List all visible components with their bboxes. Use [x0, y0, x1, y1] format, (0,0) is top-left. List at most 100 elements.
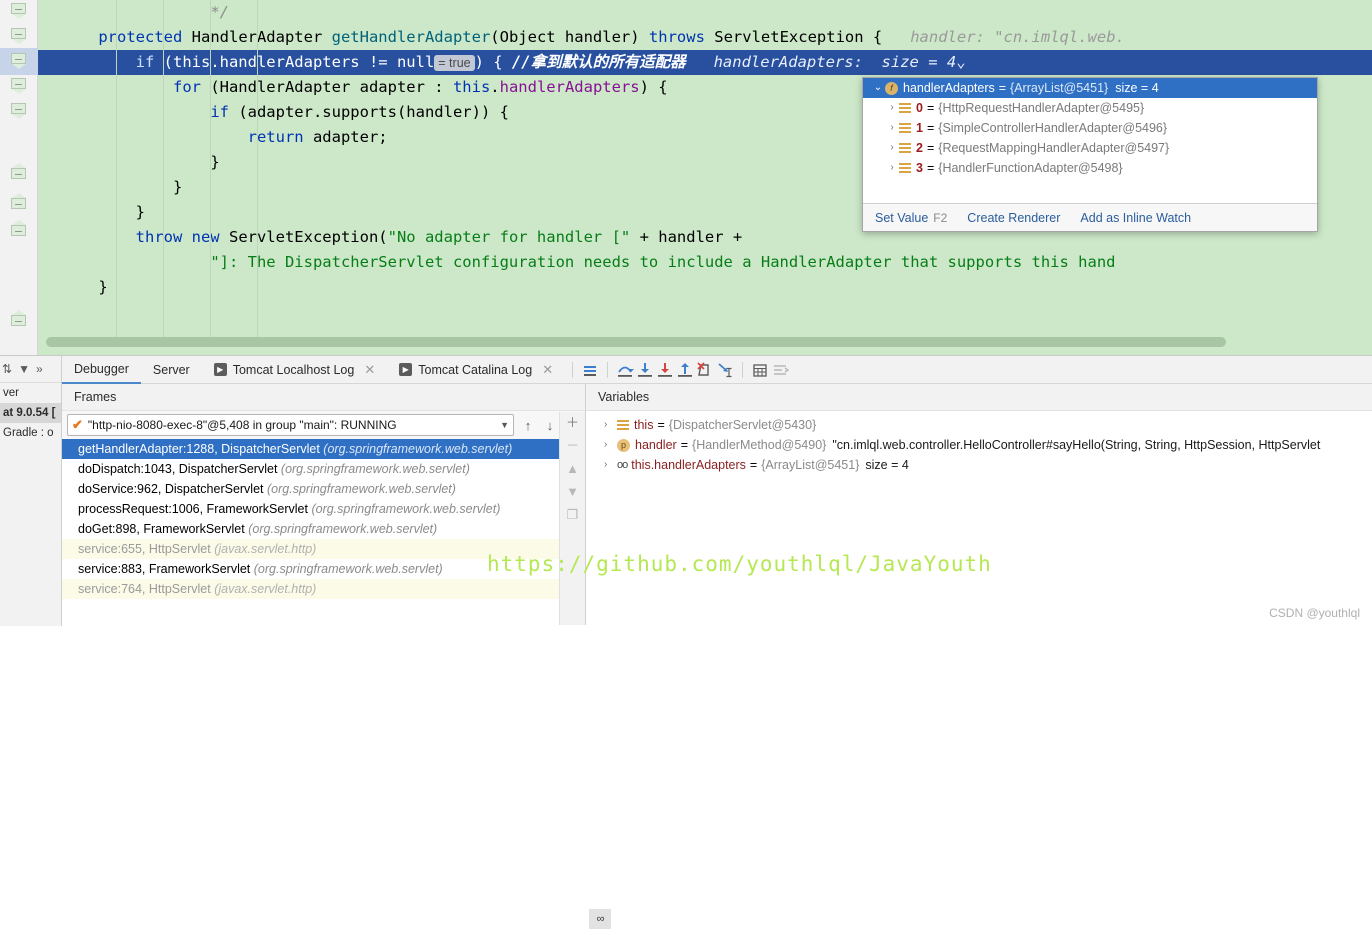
popup-child-row[interactable]: ›1={SimpleControllerHandlerAdapter@5496} — [863, 118, 1317, 138]
array-index: 1 — [916, 118, 923, 138]
frame-row[interactable]: getHandlerAdapter:1288, DispatcherServle… — [62, 439, 559, 459]
popup-tree[interactable]: ⌄fhandlerAdapters={ArrayList@5451}size =… — [863, 78, 1317, 178]
frame-down-button[interactable]: ↓ — [539, 418, 561, 433]
move-up-button[interactable]: ▲ — [566, 462, 579, 476]
step-over-icon[interactable] — [615, 360, 635, 380]
fold-marker[interactable] — [11, 103, 26, 118]
frame-row[interactable]: processRequest:1006, FrameworkServlet (o… — [62, 499, 559, 519]
force-step-into-icon[interactable] — [655, 360, 675, 380]
set-value-action[interactable]: Set ValueF2 — [875, 211, 947, 225]
code-token: "No adapter for handler [" — [388, 228, 631, 246]
fold-marker[interactable] — [11, 78, 26, 93]
fold-marker[interactable] — [11, 3, 26, 18]
variable-row[interactable]: ›oothis.handlerAdapters={ArrayList@5451}… — [586, 455, 1372, 475]
chevron-right-icon[interactable]: › — [885, 98, 899, 118]
frame-up-button[interactable]: ↑ — [517, 418, 539, 433]
rail-item[interactable]: Gradle : o — [0, 423, 61, 443]
run-icon: ▶ — [399, 363, 412, 376]
layout-settings-icon[interactable] — [770, 360, 790, 380]
frame-row[interactable]: doService:962, DispatcherServlet (org.sp… — [62, 479, 559, 499]
chevron-right-icon[interactable]: › — [604, 415, 617, 435]
tab-server[interactable]: Server — [141, 356, 202, 384]
glasses-icon[interactable]: ∞ — [589, 909, 611, 929]
rail-items: verat 9.0.54 [Gradle : o — [0, 383, 61, 443]
fold-marker-current[interactable] — [11, 53, 26, 68]
frame-row[interactable]: service:764, HttpServlet (javax.servlet.… — [62, 579, 559, 599]
tab-tomcat-catalina-log[interactable]: ▶Tomcat Catalina Log✕ — [387, 356, 565, 384]
rail-item[interactable]: at 9.0.54 [ — [0, 403, 61, 423]
tab-debugger[interactable]: Debugger — [62, 356, 141, 384]
popup-child-row[interactable]: ›0={HttpRequestHandlerAdapter@5495} — [863, 98, 1317, 118]
step-into-icon[interactable] — [635, 360, 655, 380]
code-line[interactable]: } — [38, 275, 1372, 300]
drop-frame-icon[interactable] — [695, 360, 715, 380]
fold-marker[interactable] — [11, 193, 26, 208]
chevron-right-icon[interactable]: › — [885, 118, 899, 138]
code-line[interactable]: "]: The DispatcherServlet configuration … — [38, 250, 1372, 275]
fold-marker[interactable] — [11, 163, 26, 178]
chevron-right-icon[interactable]: › — [885, 138, 899, 158]
rail-item[interactable]: ver — [0, 383, 61, 403]
filter-icon[interactable]: ▼ — [18, 362, 30, 376]
close-icon[interactable]: ✕ — [542, 356, 553, 384]
variable-row[interactable]: ›phandler={HandlerMethod@5490}"cn.imlql.… — [586, 435, 1372, 455]
create-renderer-action[interactable]: Create Renderer — [967, 211, 1060, 225]
tab-label: Server — [153, 356, 190, 384]
code-line[interactable]: if (this.handlerAdapters != null= true) … — [38, 50, 1372, 75]
frame-row[interactable]: doDispatch:1043, DispatcherServlet (org.… — [62, 459, 559, 479]
code-token: + handler + — [630, 228, 742, 246]
chevron-right-icon[interactable]: › — [604, 455, 617, 475]
indent-guide — [257, 0, 258, 340]
editor-gutter[interactable] — [0, 0, 38, 355]
popup-child-row[interactable]: ›3={HandlerFunctionAdapter@5498} — [863, 158, 1317, 178]
show-execution-point-icon[interactable] — [580, 360, 600, 380]
frames-pane: Frames ✔ "http-nio-8080-exec-8"@5,408 in… — [62, 384, 586, 625]
popup-root-row[interactable]: ⌄fhandlerAdapters={ArrayList@5451}size =… — [863, 78, 1317, 98]
code-token: getHandlerAdapter — [332, 28, 491, 46]
copy-button[interactable]: ❐ — [567, 508, 579, 522]
debugger-value-popup[interactable]: ⌄fhandlerAdapters={ArrayList@5451}size =… — [862, 77, 1318, 232]
chevron-right-icon[interactable]: › — [885, 158, 899, 178]
close-icon[interactable]: ✕ — [364, 356, 375, 384]
code-token: this — [453, 78, 490, 96]
popup-child-row[interactable]: ›2={RequestMappingHandlerAdapter@5497} — [863, 138, 1317, 158]
variable-value: {HandlerMethod@5490} — [692, 435, 826, 455]
variables-header: Variables — [586, 384, 1372, 411]
add-button[interactable]: ＋ — [566, 416, 579, 430]
evaluate-expression-icon[interactable] — [750, 360, 770, 380]
expand-more-icon[interactable]: » — [36, 362, 43, 376]
fold-marker[interactable] — [11, 310, 26, 325]
sort-icon[interactable]: ⇅ — [2, 362, 12, 376]
chevron-down-icon[interactable]: ⌄ — [871, 78, 885, 98]
tab-label: Tomcat Localhost Log — [233, 356, 355, 384]
equals-sign: = — [927, 158, 934, 178]
frame-row[interactable]: doGet:898, FrameworkServlet (org.springf… — [62, 519, 559, 539]
editor-hscrollbar-thumb[interactable] — [46, 337, 1226, 347]
thread-combo[interactable]: ✔ "http-nio-8080-exec-8"@5,408 in group … — [67, 414, 514, 436]
frame-row[interactable]: service:655, HttpServlet (javax.servlet.… — [62, 539, 559, 559]
code-line[interactable]: protected HandlerAdapter getHandlerAdapt… — [38, 25, 1372, 50]
parameter-icon: p — [617, 439, 630, 452]
variable-row[interactable]: ›this={DispatcherServlet@5430} — [586, 415, 1372, 435]
equals-sign: = — [750, 455, 757, 475]
chevron-down-icon[interactable]: ▼ — [494, 420, 509, 430]
frames-list[interactable]: getHandlerAdapter:1288, DispatcherServle… — [62, 439, 559, 625]
frame-row[interactable]: service:883, FrameworkServlet (org.sprin… — [62, 559, 559, 579]
tab-label: Debugger — [74, 355, 129, 383]
add-inline-watch-action[interactable]: Add as Inline Watch — [1080, 211, 1191, 225]
run-to-cursor-icon[interactable] — [715, 360, 735, 380]
array-index: 2 — [916, 138, 923, 158]
tab-tomcat-localhost-log[interactable]: ▶Tomcat Localhost Log✕ — [202, 356, 388, 384]
frames-side-toolbar: ＋ － ▲ ▼ ❐ — [559, 412, 585, 625]
remove-button[interactable]: － — [566, 439, 579, 453]
fold-marker[interactable] — [11, 28, 26, 43]
move-down-button[interactable]: ▼ — [566, 485, 579, 499]
fold-marker[interactable] — [11, 220, 26, 235]
code-line[interactable]: */ — [38, 0, 1372, 25]
chevron-right-icon[interactable]: › — [604, 435, 617, 455]
frames-header: Frames — [62, 384, 585, 411]
editor-hscrollbar-track[interactable] — [38, 337, 1372, 347]
code-token: (this.handlerAdapters != null — [164, 53, 435, 71]
step-out-icon[interactable] — [675, 360, 695, 380]
variables-list[interactable]: ›this={DispatcherServlet@5430}›phandler=… — [586, 411, 1372, 475]
